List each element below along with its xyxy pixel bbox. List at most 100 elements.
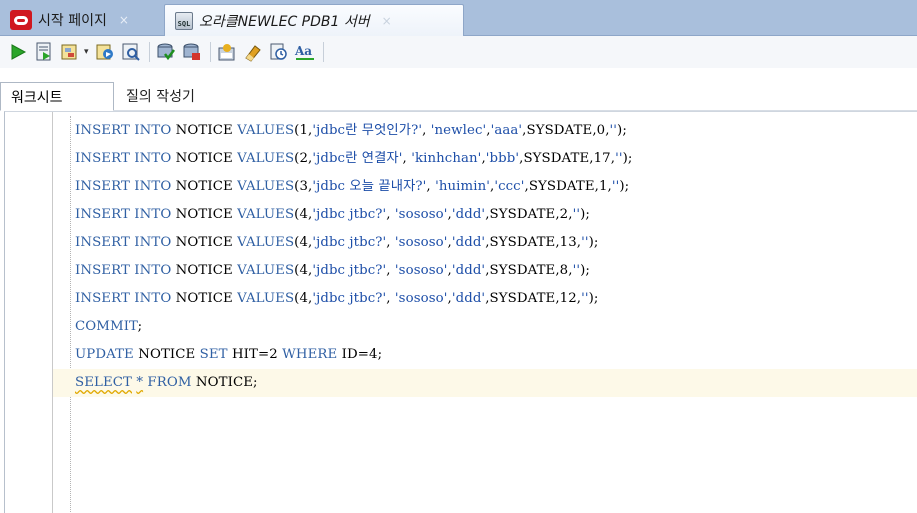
- unshared-sql-icon[interactable]: [215, 40, 239, 64]
- close-icon[interactable]: ×: [119, 13, 129, 27]
- code-token: INSERT: [75, 263, 135, 278]
- code-token: 'sososo': [394, 263, 448, 278]
- worksheet-subtab-bar: 워크시트 질의 작성기: [0, 68, 917, 111]
- code-token: 4: [369, 347, 378, 362]
- code-token: 'jdbc 오늘 끝내자?': [312, 179, 427, 194]
- format-icon[interactable]: Aa: [293, 40, 317, 64]
- code-token: NOTICE: [138, 347, 200, 362]
- clear-icon[interactable]: [241, 40, 265, 64]
- code-token: '': [581, 291, 589, 306]
- code-token: '': [572, 263, 581, 278]
- code-token: VALUES: [237, 207, 295, 222]
- code-token: );: [622, 151, 633, 166]
- code-token: 'jdbc란 연결자': [312, 151, 403, 166]
- code-token: 'kinhchan': [411, 151, 482, 166]
- code-token: 'sososo': [394, 207, 448, 222]
- sql-connection-icon: SQL: [175, 11, 193, 30]
- code-token: 13: [559, 235, 577, 250]
- code-line[interactable]: INSERT INTO NOTICE VALUES(3,'jdbc 오늘 끝내자…: [53, 173, 917, 201]
- code-token: '': [615, 151, 623, 166]
- code-token: NOTICE: [175, 207, 238, 222]
- line-gutter: [5, 112, 53, 513]
- worksheet-toolbar: ▾ Aa: [0, 36, 917, 68]
- sql-tuning-icon[interactable]: [119, 40, 143, 64]
- sql-editor[interactable]: INSERT INTO NOTICE VALUES(1,'jdbc란 무엇인가?…: [4, 111, 917, 513]
- code-area[interactable]: INSERT INTO NOTICE VALUES(1,'jdbc란 무엇인가?…: [53, 117, 917, 397]
- code-line[interactable]: INSERT INTO NOTICE VALUES(4,'jdbc jtbc?'…: [53, 285, 917, 313]
- autotrace-icon[interactable]: [93, 40, 117, 64]
- code-token: 4: [299, 207, 309, 222]
- code-line[interactable]: UPDATE NOTICE SET HIT=2 WHERE ID=4;: [53, 341, 917, 369]
- code-token: INSERT: [75, 235, 135, 250]
- explain-plan-icon[interactable]: [58, 40, 82, 64]
- code-token: NOTICE: [175, 235, 238, 250]
- code-token: 'sososo': [394, 291, 448, 306]
- svg-text:Aa: Aa: [294, 44, 312, 58]
- code-token: 0: [596, 123, 606, 138]
- tab-sql-worksheet[interactable]: SQL 오라클NEWLEC PDB1 서버 ×: [164, 4, 464, 36]
- tab-worksheet[interactable]: 워크시트: [0, 82, 114, 111]
- toolbar-separator: [148, 42, 150, 62]
- chevron-down-icon[interactable]: ▾: [84, 47, 89, 57]
- code-token: 2: [299, 151, 309, 166]
- code-token: VALUES: [237, 291, 295, 306]
- code-line[interactable]: INSERT INTO NOTICE VALUES(4,'jdbc jtbc?'…: [53, 257, 917, 285]
- code-token: INSERT: [75, 151, 135, 166]
- code-token: COMMIT: [75, 319, 138, 334]
- code-token: ,: [386, 263, 395, 278]
- code-token: =: [258, 347, 270, 362]
- code-token: ,: [386, 291, 395, 306]
- code-token: SYSDATE: [523, 151, 590, 166]
- code-token: 8: [559, 263, 569, 278]
- code-token: '': [581, 235, 589, 250]
- code-token: UPDATE: [75, 347, 139, 362]
- code-token: 12: [559, 291, 577, 306]
- code-token: INTO: [134, 123, 176, 138]
- code-line[interactable]: SELECT * FROM NOTICE;: [53, 369, 917, 397]
- code-token: );: [588, 235, 599, 250]
- code-token: ,: [386, 235, 395, 250]
- tab-query-builder[interactable]: 질의 작성기: [116, 82, 207, 111]
- code-token: 'newlec': [430, 123, 487, 138]
- code-line[interactable]: INSERT INTO NOTICE VALUES(4,'jdbc jtbc?'…: [53, 201, 917, 229]
- code-token: NOTICE: [195, 375, 254, 390]
- code-token: 'ccc': [494, 179, 525, 194]
- toolbar-separator: [322, 42, 324, 62]
- code-token: ID: [341, 347, 358, 362]
- code-token: ;: [253, 375, 258, 390]
- code-token: NOTICE: [175, 123, 238, 138]
- close-icon[interactable]: ×: [382, 14, 392, 28]
- code-token: VALUES: [237, 235, 295, 250]
- code-token: INTO: [134, 291, 176, 306]
- code-token: INSERT: [75, 207, 135, 222]
- commit-icon[interactable]: [154, 40, 178, 64]
- code-token: );: [617, 123, 627, 138]
- tab-start-page[interactable]: 시작 페이지 ×: [0, 4, 162, 36]
- rollback-icon[interactable]: [180, 40, 204, 64]
- sql-history-icon[interactable]: [267, 40, 291, 64]
- code-token: INTO: [134, 207, 176, 222]
- code-token: SET: [199, 347, 232, 362]
- run-script-icon[interactable]: [32, 40, 56, 64]
- code-token: );: [580, 263, 590, 278]
- code-token: SYSDATE: [489, 291, 556, 306]
- code-token: 'ddd': [451, 291, 486, 306]
- code-token: =: [357, 347, 370, 362]
- code-token: 2: [559, 207, 569, 222]
- code-line[interactable]: COMMIT;: [53, 313, 917, 341]
- code-token: 1: [598, 179, 608, 194]
- run-statement-icon[interactable]: [6, 40, 30, 64]
- code-token: 'ddd': [451, 263, 486, 278]
- code-token: ;: [137, 319, 143, 334]
- code-line[interactable]: INSERT INTO NOTICE VALUES(2,'jdbc란 연결자',…: [53, 145, 917, 173]
- code-line[interactable]: INSERT INTO NOTICE VALUES(4,'jdbc jtbc?'…: [53, 229, 917, 257]
- code-token: 4: [299, 235, 309, 250]
- code-token: WHERE: [282, 347, 342, 362]
- code-token: ,: [422, 123, 431, 138]
- code-token: 3: [299, 179, 309, 194]
- code-line[interactable]: INSERT INTO NOTICE VALUES(1,'jdbc란 무엇인가?…: [53, 117, 917, 145]
- code-token: SYSDATE: [526, 123, 593, 138]
- code-token: '': [609, 123, 618, 138]
- code-token: VALUES: [237, 179, 295, 194]
- code-token: 'jdbc jtbc?': [312, 235, 387, 250]
